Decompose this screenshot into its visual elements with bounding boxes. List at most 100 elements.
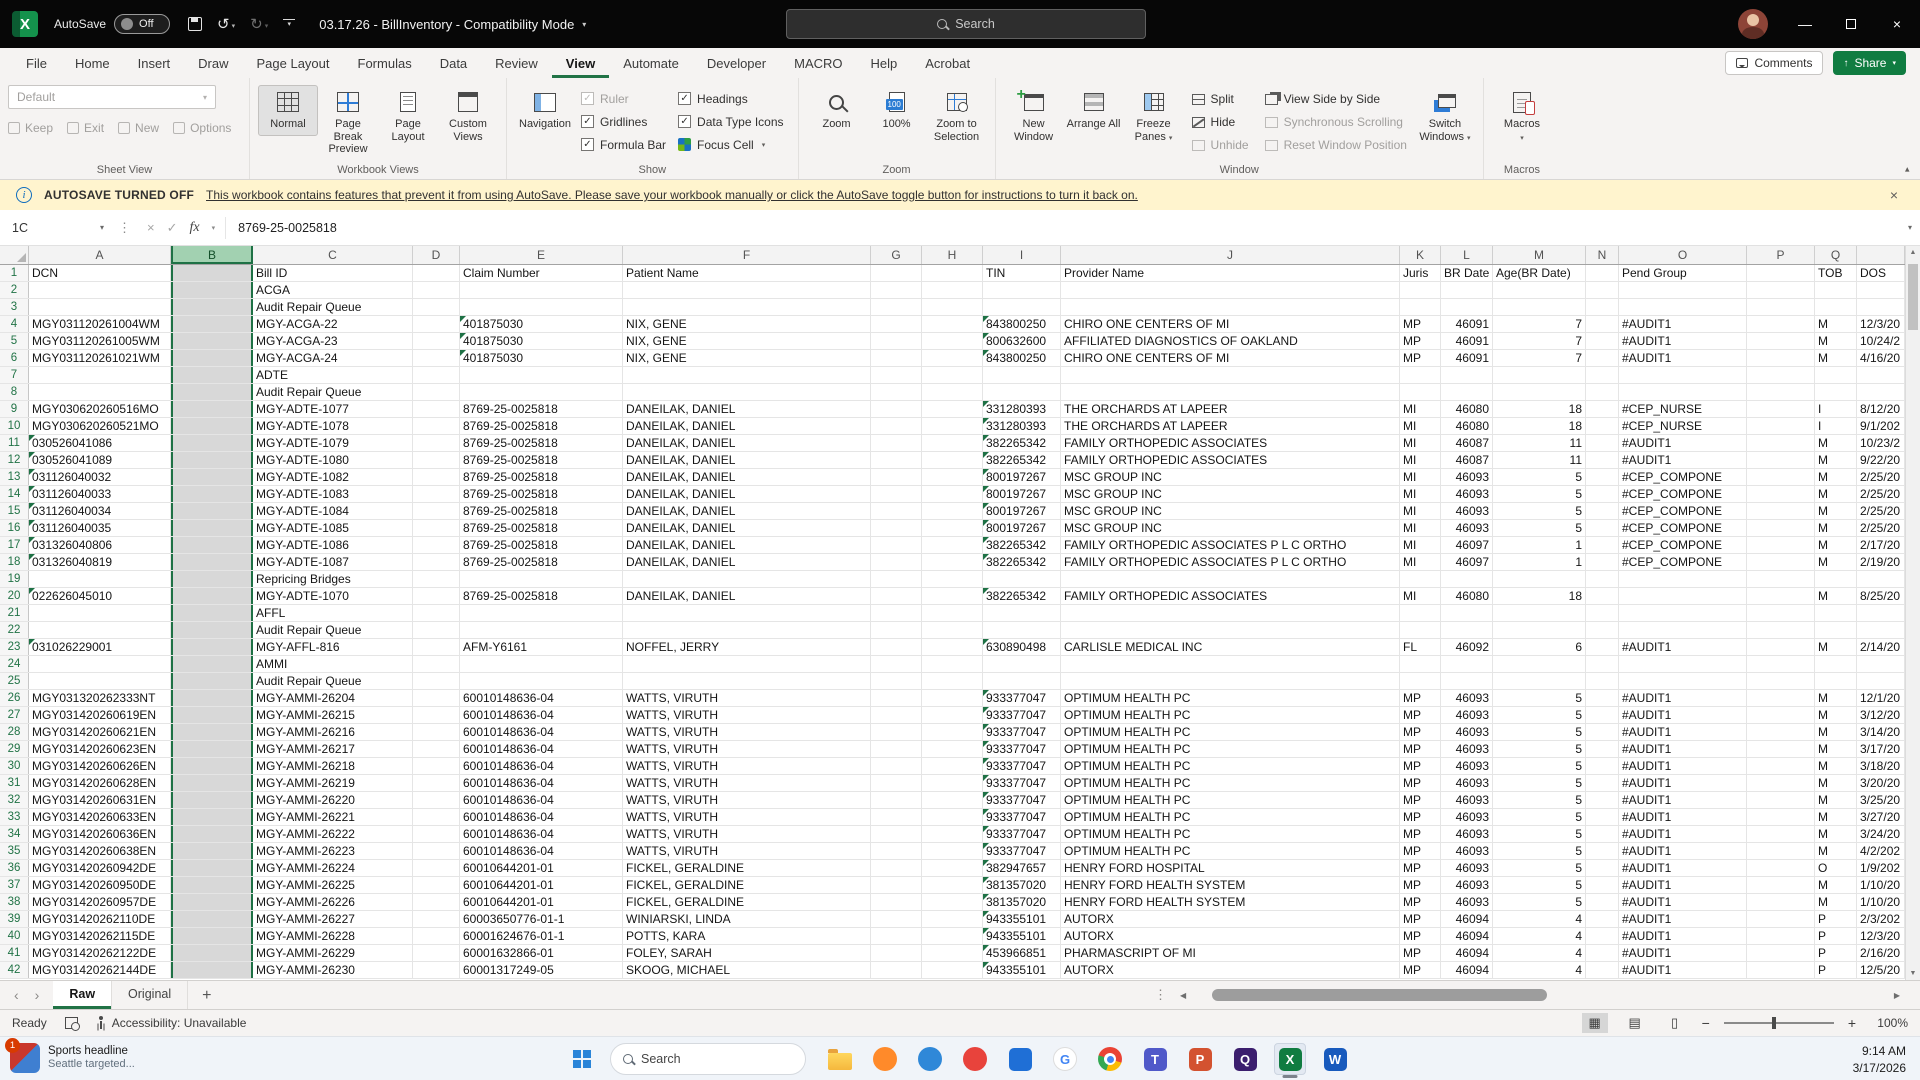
cell-O25[interactable] (1619, 673, 1747, 689)
cell-C6[interactable]: MGY-ACGA-24 (253, 350, 413, 366)
cell-L22[interactable] (1441, 622, 1493, 638)
cell-L20[interactable]: 46080 (1441, 588, 1493, 604)
cell-G36[interactable] (871, 860, 922, 876)
cell-L3[interactable] (1441, 299, 1493, 315)
cell-L26[interactable]: 46093 (1441, 690, 1493, 706)
cell-O23[interactable]: #AUDIT1 (1619, 639, 1747, 655)
cell-I10[interactable]: 331280393 (983, 418, 1061, 434)
cell-D24[interactable] (413, 656, 460, 672)
cell-C30[interactable]: MGY-AMMI-26218 (253, 758, 413, 774)
column-header-H[interactable]: H (922, 246, 983, 264)
cell-G33[interactable] (871, 809, 922, 825)
cell-R16[interactable]: 2/25/20 (1857, 520, 1905, 536)
cell-F8[interactable] (623, 384, 871, 400)
cell-G13[interactable] (871, 469, 922, 485)
cell-P17[interactable] (1747, 537, 1815, 553)
cell-E29[interactable]: 60010148636-04 (460, 741, 623, 757)
cell-A31[interactable]: MGY031420260628EN (29, 775, 171, 791)
cell-N8[interactable] (1586, 384, 1619, 400)
cell-R20[interactable]: 8/25/20 (1857, 588, 1905, 604)
cell-B41[interactable] (171, 945, 253, 961)
cell-J5[interactable]: AFFILIATED DIAGNOSTICS OF OAKLAND (1061, 333, 1400, 349)
row-header-10[interactable]: 10 (0, 418, 29, 434)
cell-D15[interactable] (413, 503, 460, 519)
horizontal-scroll-track[interactable] (1191, 989, 1889, 1001)
cell-Q33[interactable]: M (1815, 809, 1857, 825)
cell-I11[interactable]: 382265342 (983, 435, 1061, 451)
row-header-22[interactable]: 22 (0, 622, 29, 638)
cell-J27[interactable]: OPTIMUM HEALTH PC (1061, 707, 1400, 723)
cell-G4[interactable] (871, 316, 922, 332)
cell-F30[interactable]: WATTS, VIRUTH (623, 758, 871, 774)
comments-button[interactable]: Comments (1725, 51, 1823, 75)
cell-E4[interactable]: 401875030 (460, 316, 623, 332)
cell-R29[interactable]: 3/17/20 (1857, 741, 1905, 757)
cell-A12[interactable]: 030526041089 (29, 452, 171, 468)
view-side-by-side-button[interactable]: View Side by Side (1265, 89, 1407, 109)
taskbar-search-box[interactable]: Search (610, 1043, 806, 1075)
cell-J26[interactable]: OPTIMUM HEALTH PC (1061, 690, 1400, 706)
zoom-out-icon[interactable]: − (1702, 1015, 1710, 1031)
cell-P37[interactable] (1747, 877, 1815, 893)
cell-P33[interactable] (1747, 809, 1815, 825)
cell-C21[interactable]: AFFL (253, 605, 413, 621)
formula-value[interactable]: 8769-25-0025818 (226, 221, 337, 235)
cell-F9[interactable]: DANEILAK, DANIEL (623, 401, 871, 417)
cell-D25[interactable] (413, 673, 460, 689)
cell-M15[interactable]: 5 (1493, 503, 1586, 519)
cell-E21[interactable] (460, 605, 623, 621)
row-header-28[interactable]: 28 (0, 724, 29, 740)
cell-C32[interactable]: MGY-AMMI-26220 (253, 792, 413, 808)
cell-H35[interactable] (922, 843, 983, 859)
cell-A37[interactable]: MGY031420260950DE (29, 877, 171, 893)
cell-A20[interactable]: 022626045010 (29, 588, 171, 604)
cell-G3[interactable] (871, 299, 922, 315)
cell-J15[interactable]: MSC GROUP INC (1061, 503, 1400, 519)
cell-K1[interactable]: Juris (1400, 265, 1441, 281)
row-header-25[interactable]: 25 (0, 673, 29, 689)
cell-K32[interactable]: MP (1400, 792, 1441, 808)
zoom-level[interactable]: 100% (1870, 1016, 1908, 1030)
cell-P3[interactable] (1747, 299, 1815, 315)
cell-F24[interactable] (623, 656, 871, 672)
cell-A32[interactable]: MGY031420260631EN (29, 792, 171, 808)
cell-N11[interactable] (1586, 435, 1619, 451)
file-explorer-icon[interactable] (824, 1043, 856, 1075)
cell-P41[interactable] (1747, 945, 1815, 961)
cell-I26[interactable]: 933377047 (983, 690, 1061, 706)
cell-B29[interactable] (171, 741, 253, 757)
cell-B38[interactable] (171, 894, 253, 910)
cell-R34[interactable]: 3/24/20 (1857, 826, 1905, 842)
cell-R7[interactable] (1857, 367, 1905, 383)
cell-E5[interactable]: 401875030 (460, 333, 623, 349)
cell-O2[interactable] (1619, 282, 1747, 298)
titlebar-search-box[interactable]: Search (786, 9, 1146, 39)
cell-E28[interactable]: 60010148636-04 (460, 724, 623, 740)
cell-M38[interactable]: 5 (1493, 894, 1586, 910)
cell-F21[interactable] (623, 605, 871, 621)
cell-J22[interactable] (1061, 622, 1400, 638)
keep-sheet-view-button[interactable]: Keep (8, 121, 53, 135)
scroll-left-icon[interactable]: ◀ (1175, 991, 1191, 1000)
cell-R22[interactable] (1857, 622, 1905, 638)
cell-O9[interactable]: #CEP_NURSE (1619, 401, 1747, 417)
cell-B14[interactable] (171, 486, 253, 502)
row-header-9[interactable]: 9 (0, 401, 29, 417)
cell-B9[interactable] (171, 401, 253, 417)
cell-D42[interactable] (413, 962, 460, 978)
cell-C23[interactable]: MGY-AFFL-816 (253, 639, 413, 655)
cell-M1[interactable]: Age(BR Date) (1493, 265, 1586, 281)
cell-R11[interactable]: 10/23/2 (1857, 435, 1905, 451)
cell-J24[interactable] (1061, 656, 1400, 672)
scrollbar-resize-handle[interactable]: ⋮ (1146, 987, 1175, 1003)
cell-H4[interactable] (922, 316, 983, 332)
q-app-icon[interactable]: Q (1229, 1043, 1261, 1075)
cell-A5[interactable]: MGY031120261005WM (29, 333, 171, 349)
new-window-button[interactable]: New Window (1004, 85, 1064, 148)
row-header-34[interactable]: 34 (0, 826, 29, 842)
cell-H16[interactable] (922, 520, 983, 536)
cell-R8[interactable] (1857, 384, 1905, 400)
cell-G22[interactable] (871, 622, 922, 638)
cell-K39[interactable]: MP (1400, 911, 1441, 927)
cell-J1[interactable]: Provider Name (1061, 265, 1400, 281)
